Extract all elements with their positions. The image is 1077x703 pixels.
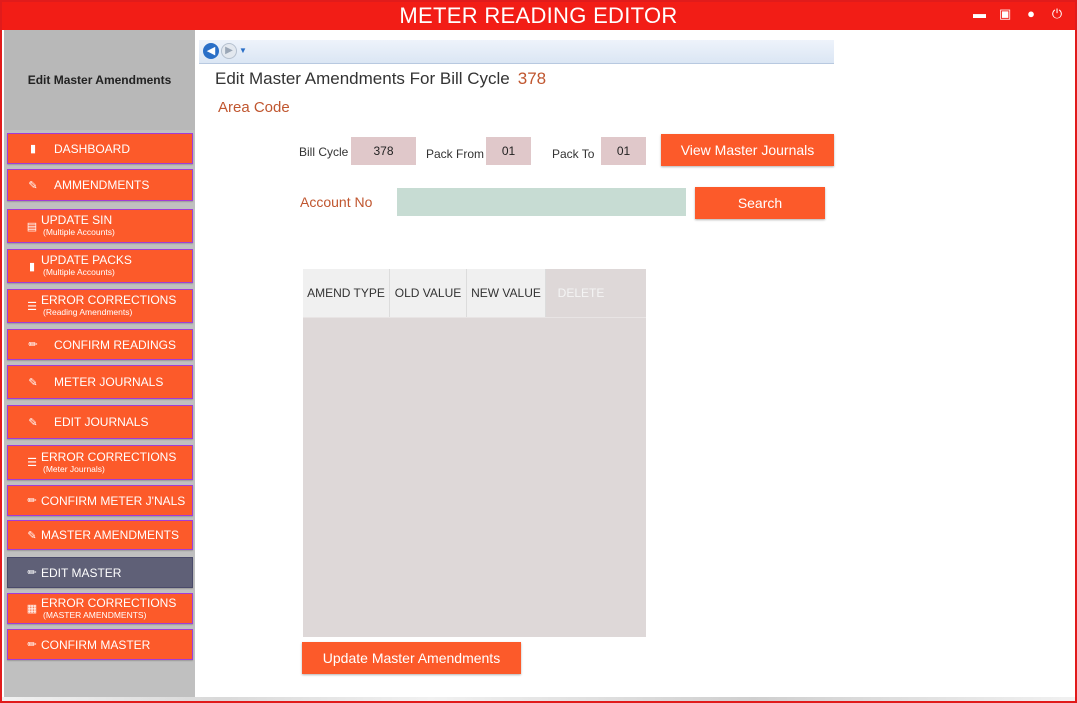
maximize-icon[interactable]: ▣ [999, 7, 1011, 21]
account-no-input[interactable] [397, 188, 686, 216]
sidebar-item-sublabel: (MASTER AMENDMENTS) [43, 609, 147, 620]
user-icon[interactable]: ● [1025, 7, 1037, 21]
pack-from-field[interactable]: 01 [486, 137, 531, 165]
sidebar-item-label-wrap: ERROR CORRECTIONS (Reading Amendments) [41, 294, 176, 318]
sidebar-item-confirm-meter-j-nals[interactable]: ✏ CONFIRM METER J'NALS [7, 485, 193, 516]
page-title-text: Edit Master Amendments For Bill Cycle [215, 69, 510, 88]
sidebar-item-meter-journals[interactable]: ✎ METER JOURNALS [7, 365, 193, 399]
back-arrow-icon[interactable]: ◀ [203, 43, 219, 59]
sidebar-item-confirm-master[interactable]: ✏ CONFIRM MASTER [7, 629, 193, 660]
sidebar-item-label: CONFIRM METER J'NALS [41, 493, 186, 508]
power-icon[interactable]: ⏻ [1051, 7, 1063, 21]
history-dropdown-icon[interactable]: ▼ [239, 46, 247, 55]
list-icon: ☰ [27, 457, 37, 469]
sidebar-item-label-wrap: MASTER AMENDMENTS [41, 529, 179, 541]
window-controls: ▬ ▣ ● ⏻ [973, 7, 1063, 21]
sidebar-item-update-packs[interactable]: ▮ UPDATE PACKS (Multiple Accounts) [7, 249, 193, 283]
sidebar-item-label: CONFIRM READINGS [54, 337, 177, 352]
column-header-delete: DELETE [546, 269, 616, 317]
sidebar-item-label: MASTER AMENDMENTS [41, 528, 180, 542]
image-list-icon: ▦ [26, 603, 38, 615]
page-title: Edit Master Amendments For Bill Cycle 378 [215, 69, 546, 89]
sidebar-item-label: UPDATE SIN [41, 213, 113, 227]
pack-to-label: Pack To [552, 147, 595, 161]
sidebar-item-edit-journals[interactable]: ✎ EDIT JOURNALS [7, 405, 193, 439]
document-icon: ▤ [26, 220, 38, 233]
sidebar-item-label: ERROR CORRECTIONS [41, 293, 177, 307]
sidebar-item-label: ERROR CORRECTIONS [41, 449, 177, 464]
sidebar-item-label-wrap: ERROR CORRECTIONS (Meter Journals) [41, 451, 176, 475]
user-edit-icon: ✎ [28, 376, 38, 389]
pencil-icon: ✏ [27, 495, 37, 507]
sidebar-item-label-wrap: UPDATE PACKS (Multiple Accounts) [41, 254, 132, 278]
bookmark-icon: ▮ [29, 143, 37, 155]
sidebar-item-sublabel: (Multiple Accounts) [43, 227, 115, 237]
list-icon: ☰ [27, 300, 37, 313]
browser-nav-bar: ◀ ▶ ▼ [199, 40, 834, 64]
sidebar-item-label: AMMENDMENTS [54, 178, 150, 192]
sidebar-item-error-corrections[interactable]: ☰ ERROR CORRECTIONS (Meter Journals) [7, 445, 193, 480]
header-divider [303, 317, 646, 318]
pencil-icon: ✏ [27, 639, 37, 651]
sidebar-item-label-wrap: DASHBOARD [54, 143, 130, 155]
update-master-amendments-button[interactable]: Update Master Amendments [302, 642, 521, 674]
sidebar-header: Edit Master Amendments [4, 30, 195, 130]
sidebar-item-label-wrap: EDIT JOURNALS [54, 416, 148, 428]
sidebar-item-sublabel: (Multiple Accounts) [43, 267, 115, 277]
sidebar-item-master-amendments[interactable]: ✎ MASTER AMENDMENTS [7, 520, 193, 550]
table-header: AMEND TYPE OLD VALUE NEW VALUE DELETE [303, 269, 616, 317]
pencil-icon: ✏ [27, 567, 37, 579]
user-edit-icon: ✎ [27, 529, 37, 542]
sidebar-item-label: UPDATE PACKS [41, 253, 132, 267]
sidebar-item-sublabel: (Reading Amendments) [43, 307, 133, 317]
account-no-label: Account No [300, 194, 373, 210]
forward-arrow-icon[interactable]: ▶ [221, 43, 237, 59]
search-button[interactable]: Search [695, 187, 825, 219]
sidebar-item-label: EDIT JOURNALS [54, 415, 149, 429]
column-header-new-value: NEW VALUE [467, 269, 546, 317]
sidebar-item-edit-master[interactable]: ✏ EDIT MASTER [7, 557, 193, 588]
user-edit-icon: ✎ [28, 179, 38, 192]
pencil-icon: ✏ [28, 339, 38, 351]
bottom-edge [2, 697, 1075, 701]
sidebar-item-error-corrections[interactable]: ☰ ERROR CORRECTIONS (Reading Amendments) [7, 289, 193, 323]
sidebar-item-sublabel: (Meter Journals) [43, 463, 105, 474]
sidebar-item-label-wrap: CONFIRM READINGS [54, 339, 176, 351]
sidebar-item-label-wrap: CONFIRM MASTER [41, 639, 150, 651]
sidebar-item-confirm-readings[interactable]: ✏ CONFIRM READINGS [7, 329, 193, 360]
sidebar-item-label-wrap: EDIT MASTER [41, 567, 121, 579]
sidebar: Edit Master Amendments ▮ DASHBOARD ✎ AMMEND… [4, 30, 195, 701]
column-header-old-value: OLD VALUE [390, 269, 467, 317]
sidebar-item-dashboard[interactable]: ▮ DASHBOARD [7, 133, 193, 164]
sidebar-item-label-wrap: UPDATE SIN (Multiple Accounts) [41, 214, 115, 238]
amendments-table: AMEND TYPE OLD VALUE NEW VALUE DELETE [303, 269, 646, 637]
sidebar-item-error-corrections[interactable]: ▦ ERROR CORRECTIONS (MASTER AMENDMENTS) [7, 593, 193, 624]
sidebar-item-label: ERROR CORRECTIONS [41, 595, 177, 610]
sidebar-item-label-wrap: AMMENDMENTS [54, 179, 149, 191]
sidebar-item-ammendments[interactable]: ✎ AMMENDMENTS [7, 169, 193, 201]
sidebar-item-label: EDIT MASTER [41, 565, 122, 580]
bill-cycle-field[interactable]: 378 [351, 137, 416, 165]
sidebar-item-label-wrap: METER JOURNALS [54, 376, 163, 388]
view-master-journals-button[interactable]: View Master Journals [661, 134, 834, 166]
sidebar-item-label: CONFIRM MASTER [41, 637, 151, 652]
area-code-label: Area Code [218, 99, 290, 116]
user-edit-icon: ✎ [28, 416, 38, 429]
sidebar-item-label-wrap: CONFIRM METER J'NALS [41, 495, 185, 507]
bookmark-icon: ▮ [28, 260, 36, 273]
pack-from-label: Pack From [426, 147, 485, 161]
minimize-icon[interactable]: ▬ [973, 7, 986, 21]
bill-cycle-number: 378 [517, 69, 547, 88]
app-window: METER READING EDITOR ▬ ▣ ● ⏻ Edit Master… [0, 0, 1077, 703]
bill-cycle-label: Bill Cycle [299, 145, 349, 159]
title-bar: METER READING EDITOR ▬ ▣ ● ⏻ [2, 2, 1075, 30]
sidebar-item-label: DASHBOARD [54, 141, 131, 156]
sidebar-item-label: METER JOURNALS [54, 375, 164, 389]
app-title: METER READING EDITOR [399, 3, 678, 28]
sidebar-item-label-wrap: ERROR CORRECTIONS (MASTER AMENDMENTS) [41, 597, 176, 621]
sidebar-item-update-sin[interactable]: ▤ UPDATE SIN (Multiple Accounts) [7, 209, 193, 243]
column-header-amend-type: AMEND TYPE [303, 269, 390, 317]
pack-to-field[interactable]: 01 [601, 137, 646, 165]
